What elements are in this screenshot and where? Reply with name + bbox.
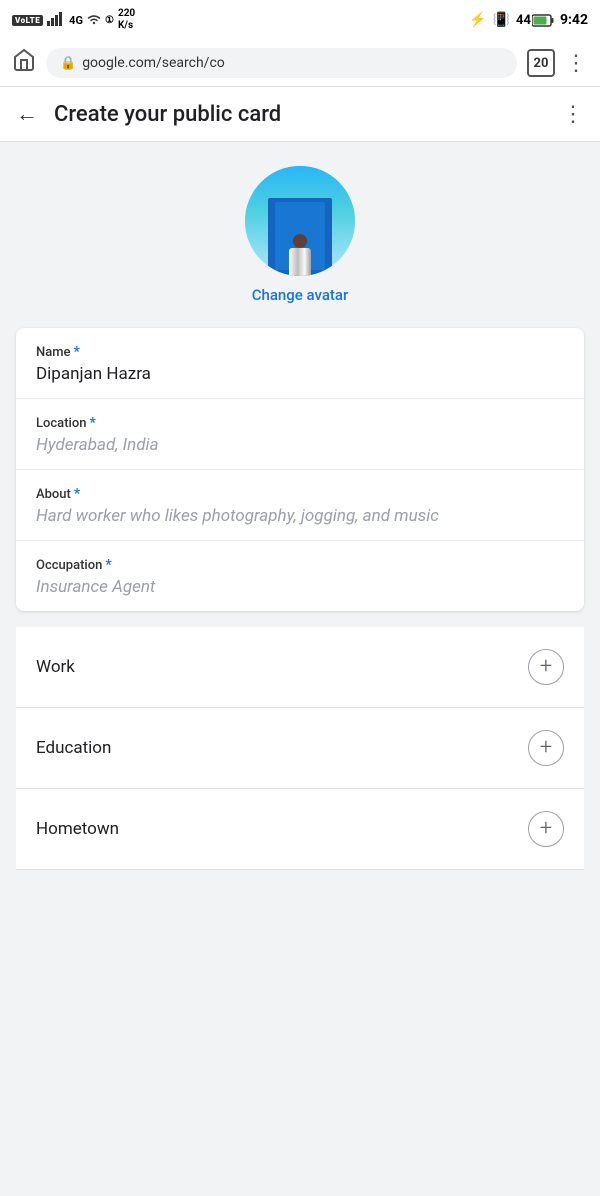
work-expand-button[interactable]: + (528, 649, 564, 685)
home-button[interactable] (12, 48, 36, 78)
work-section[interactable]: Work + (16, 627, 584, 708)
education-expand-button[interactable]: + (528, 730, 564, 766)
name-required: * (74, 344, 80, 360)
bluetooth-icon: ⚡ (469, 12, 486, 28)
avatar[interactable] (245, 166, 355, 276)
about-label: About * (36, 486, 564, 502)
header-more-button[interactable]: ⋮ (562, 102, 584, 127)
location-label: Location * (36, 415, 564, 431)
hometown-expand-button[interactable]: + (528, 811, 564, 847)
avatar-section: Change avatar (16, 166, 584, 304)
signal-strength (47, 12, 65, 29)
battery-level: 44 (516, 13, 554, 28)
time: 9:42 (560, 12, 588, 28)
occupation-label: Occupation * (36, 557, 564, 573)
browser-more-button[interactable]: ⋮ (565, 51, 588, 76)
page-title: Create your public card (54, 102, 562, 127)
occupation-required: * (105, 557, 111, 573)
volte-badge: VoLTE (12, 15, 43, 26)
work-label: Work (36, 657, 75, 677)
name-field[interactable]: Name * Dipanjan Hazra (16, 328, 584, 399)
lock-icon: 🔒 (60, 56, 76, 71)
bottom-space (16, 870, 584, 910)
about-required: * (74, 486, 80, 502)
network-type: 4G (69, 14, 83, 27)
location-required: * (89, 415, 95, 431)
hometown-label: Hometown (36, 819, 119, 839)
occupation-field[interactable]: Occupation * Insurance Agent (16, 541, 584, 611)
vibrate-icon: 📳 (493, 12, 510, 28)
page-header: ← Create your public card ⋮ (0, 87, 600, 142)
browser-bar: 🔒 google.com/search/co 20 ⋮ (0, 40, 600, 87)
form-card: Name * Dipanjan Hazra Location * Hyderab… (16, 328, 584, 611)
about-field[interactable]: About * Hard worker who likes photograph… (16, 470, 584, 541)
name-label: Name * (36, 344, 564, 360)
location-field[interactable]: Location * Hyderabad, India (16, 399, 584, 470)
change-avatar-button[interactable]: Change avatar (252, 286, 349, 304)
education-label: Education (36, 738, 111, 758)
content-area: Change avatar Name * Dipanjan Hazra Loca… (0, 142, 600, 910)
name-value[interactable]: Dipanjan Hazra (36, 364, 564, 384)
wifi-icon (87, 13, 101, 28)
status-left: VoLTE 4G ① 220 K/s (12, 8, 135, 32)
url-bar[interactable]: 🔒 google.com/search/co (46, 48, 517, 78)
location-placeholder[interactable]: Hyderabad, India (36, 435, 564, 455)
hometown-section[interactable]: Hometown + (16, 789, 584, 870)
occupation-placeholder[interactable]: Insurance Agent (36, 577, 564, 597)
back-button[interactable]: ← (16, 101, 38, 127)
education-section[interactable]: Education + (16, 708, 584, 789)
about-placeholder[interactable]: Hard worker who likes photography, joggi… (36, 506, 564, 526)
data-speed: 220 K/s (118, 8, 135, 32)
status-right: ⚡ 📳 44 9:42 (469, 12, 588, 28)
tab-count[interactable]: 20 (527, 49, 555, 77)
sim-indicator: ① (105, 15, 114, 26)
status-bar: VoLTE 4G ① 220 K/s ⚡ 📳 4 (0, 0, 600, 40)
url-text: google.com/search/co (82, 55, 225, 71)
